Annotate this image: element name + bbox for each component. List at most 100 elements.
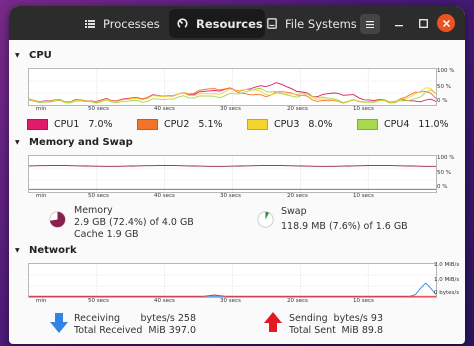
cpu2-color-swatch (137, 119, 158, 130)
network-y-label-1mib: 1.0 MiB/s (434, 277, 460, 283)
network-title: Network (29, 245, 77, 256)
cpu3-value: 8.0% (308, 119, 333, 130)
cpu1-color-swatch (27, 119, 48, 130)
sending-value: 93 bytes/s (333, 313, 383, 324)
tab-resources-label: Resources (196, 16, 263, 31)
network-x-label-30: 30 secs (220, 298, 241, 304)
total-sent-label: Total Sent (289, 325, 336, 336)
cpu1-name: CPU1 (54, 119, 80, 130)
expander-arrow-icon: ▼ (15, 247, 20, 254)
sending-series-line (29, 294, 436, 297)
network-x-label-min: min (36, 298, 47, 304)
swap-pie-chart[interactable] (257, 211, 274, 228)
close-icon (442, 19, 450, 27)
memory-label: Memory (74, 205, 113, 216)
memory-y-label-100: 100 % (437, 155, 455, 161)
cpu2-value: 5.1% (198, 119, 223, 130)
network-x-label-50: 50 secs (88, 298, 109, 304)
memory-x-label-10: 10 secs (353, 193, 374, 199)
system-monitor-window: Processes Resources File Systems ▼ CPU 1… (9, 6, 465, 344)
cpu3-color-swatch (247, 119, 268, 130)
gauge-icon (177, 18, 188, 29)
cpu3-legend[interactable]: CPU3 8.0% (247, 119, 333, 130)
network-y-label-2mib: 2.0 MiB/s (434, 262, 460, 268)
cpu1-legend[interactable]: CPU1 7.0% (27, 119, 113, 130)
cpu-x-label-10: 10 secs (353, 106, 374, 112)
cpu2-name: CPU2 (164, 119, 190, 130)
network-x-label-40: 40 secs (154, 298, 175, 304)
memory-history-graph (28, 155, 437, 193)
memory-series-line (29, 165, 436, 167)
network-section-header[interactable]: ▼ Network (15, 245, 77, 256)
maximize-button[interactable] (415, 15, 431, 31)
main-menu-button[interactable] (360, 14, 380, 34)
drive-icon (267, 18, 277, 29)
cpu-x-label-50: 50 secs (88, 106, 109, 112)
cpu-title: CPU (29, 50, 52, 61)
cpu4-color-swatch (357, 119, 378, 130)
cpu-y-label-0: 0 % (437, 98, 448, 104)
tab-resources[interactable]: Resources (169, 9, 265, 38)
memory-title: Memory and Swap (29, 137, 133, 148)
sending-values: 93 bytes/s 89.8 MiB (333, 313, 383, 337)
cpu-x-label-40: 40 secs (154, 106, 175, 112)
receiving-label: Receiving (74, 313, 121, 324)
upload-arrow-icon[interactable] (264, 312, 282, 332)
network-x-label-10: 10 secs (353, 298, 374, 304)
receiving-labels: Receiving Total Received (74, 313, 142, 337)
tab-file-systems-label: File Systems (285, 16, 357, 31)
memory-x-label-min: min (36, 193, 47, 199)
receiving-values: 258 bytes/s 397.0 MiB (140, 313, 197, 337)
cpu3-name: CPU3 (274, 119, 300, 130)
memory-usage: 2.9 GB (72.4%) of 4.0 GB (74, 217, 194, 228)
memory-y-label-50: 50 % (437, 170, 451, 176)
tab-processes[interactable]: Processes (81, 9, 171, 38)
maximize-icon (418, 18, 428, 28)
cpu-x-label-min: min (36, 106, 47, 112)
swap-usage: 118.9 MB (7.6%) of 1.6 GB (281, 221, 408, 232)
close-button[interactable] (437, 14, 455, 32)
memory-info: Memory 2.9 GB (72.4%) of 4.0 GB Cache 1.… (74, 205, 194, 241)
memory-x-label-40: 40 secs (154, 193, 175, 199)
cpu4-legend[interactable]: CPU4 11.0% (357, 119, 449, 130)
hamburger-icon (366, 20, 374, 28)
expander-arrow-icon: ▼ (15, 52, 20, 59)
network-history-graph (28, 263, 437, 298)
expander-arrow-icon: ▼ (15, 139, 20, 146)
memory-x-label-20: 20 secs (287, 193, 308, 199)
total-received-value: 397.0 MiB (148, 325, 196, 336)
swap-info: Swap 118.9 MB (7.6%) of 1.6 GB (281, 206, 408, 233)
cpu4-value: 11.0% (418, 119, 449, 130)
tab-file-systems[interactable]: File Systems (267, 9, 359, 38)
list-icon (85, 19, 95, 29)
receiving-value: 258 bytes/s (140, 313, 197, 324)
network-x-label-20: 20 secs (287, 298, 308, 304)
network-y-label-0: 0 bytes/s (434, 290, 460, 296)
memory-section-header[interactable]: ▼ Memory and Swap (15, 137, 133, 148)
cpu-y-label-100: 100 % (437, 68, 455, 74)
memory-x-label-30: 30 secs (220, 193, 241, 199)
cpu-y-label-50: 50 % (437, 84, 451, 90)
resources-view: ▼ CPU 100 % 50 % 0 % min 50 secs 40 secs… (9, 40, 465, 344)
swap-label: Swap (281, 206, 307, 217)
download-arrow-icon[interactable] (50, 313, 68, 333)
memory-cache: Cache 1.9 GB (74, 229, 139, 240)
cpu-section-header[interactable]: ▼ CPU (15, 50, 52, 61)
memory-x-label-50: 50 secs (88, 193, 109, 199)
cpu-x-label-30: 30 secs (220, 106, 241, 112)
tab-processes-label: Processes (103, 16, 160, 31)
cpu1-value: 7.0% (88, 119, 113, 130)
cpu4-name: CPU4 (384, 119, 410, 130)
sending-label: Sending (289, 313, 328, 324)
total-received-label: Total Received (74, 325, 143, 336)
minimize-icon (395, 25, 403, 27)
total-sent-value: 89.8 MiB (341, 325, 383, 336)
cpu-x-label-20: 20 secs (287, 106, 308, 112)
memory-pie-chart[interactable] (49, 211, 66, 228)
cpu2-legend[interactable]: CPU2 5.1% (137, 119, 223, 130)
header-bar: Processes Resources File Systems (9, 6, 465, 40)
memory-y-label-0: 0 % (437, 184, 448, 190)
sending-labels: Sending Total Sent (289, 313, 336, 337)
cpu-history-graph (28, 68, 437, 106)
minimize-button[interactable] (391, 15, 407, 31)
